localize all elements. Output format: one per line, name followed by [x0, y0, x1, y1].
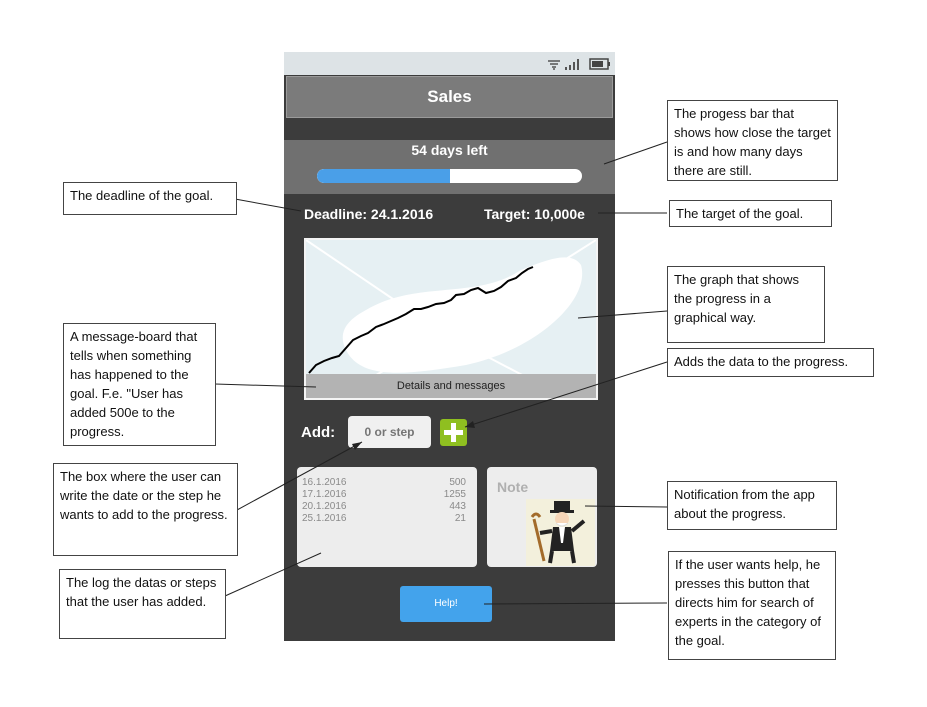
annotation-input-box: The box where the user can write the dat…	[53, 463, 238, 556]
annotation-message-board: A message-board that tells when somethin…	[63, 323, 216, 446]
annotation-add-button: Adds the data to the progress.	[667, 348, 874, 377]
annotation-progress-bar: The progess bar that shows how close the…	[667, 100, 838, 181]
annotation-deadline: The deadline of the goal.	[63, 182, 237, 215]
annotation-notification: Notification from the app about the prog…	[667, 481, 837, 530]
annotation-graph: The graph that shows the progress in a g…	[667, 266, 825, 343]
annotation-help: If the user wants help, he presses this …	[668, 551, 836, 660]
annotation-target: The target of the goal.	[669, 200, 832, 227]
annotation-log: The log the datas or steps that the user…	[59, 569, 226, 639]
